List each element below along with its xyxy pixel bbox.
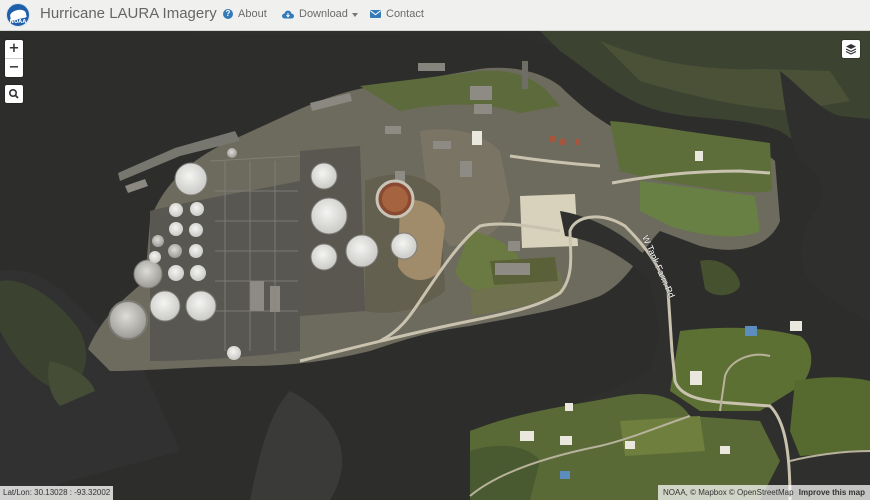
latlon-readout: Lat/Lon: 30.13028 : -93.32002	[0, 486, 114, 500]
nav-download-dropdown[interactable]: Download	[282, 8, 358, 20]
search-icon	[9, 89, 19, 99]
zoom-out-button[interactable]: −	[5, 58, 23, 77]
longitude-value: -93.32002	[74, 488, 111, 497]
map-search-button[interactable]	[5, 85, 23, 103]
latitude-value: 30.13028	[34, 488, 68, 497]
question-circle-icon: ?	[223, 9, 233, 19]
nav-download-label: Download	[299, 8, 348, 20]
layers-button[interactable]	[842, 40, 860, 58]
app-title[interactable]: Hurricane LAURA Imagery	[40, 5, 217, 22]
satellite-map[interactable]: W Tank Farm Rd	[0, 31, 870, 500]
top-navbar: NOAA Hurricane LAURA Imagery ? About Dow…	[0, 0, 870, 31]
nav-contact-link[interactable]: Contact	[370, 8, 424, 20]
improve-map-link[interactable]: Improve this map	[799, 488, 865, 497]
map-attribution: NOAA, © Mapbox © OpenStreetMap Improve t…	[658, 485, 870, 500]
latlon-label: Lat/Lon:	[3, 488, 32, 497]
envelope-icon	[370, 10, 381, 18]
nav-about-link[interactable]: ? About	[223, 8, 267, 20]
cloud-download-icon	[282, 10, 294, 18]
caret-down-icon	[351, 12, 358, 17]
zoom-in-button[interactable]: +	[5, 40, 23, 58]
nav-contact-label: Contact	[386, 8, 424, 20]
layers-icon	[845, 44, 857, 55]
aerial-imagery: W Tank Farm Rd	[0, 31, 870, 500]
zoom-control: + −	[5, 40, 23, 77]
nav-about-label: About	[238, 8, 267, 20]
noaa-logo[interactable]: NOAA	[6, 3, 30, 27]
attribution-text[interactable]: NOAA, © Mapbox © OpenStreetMap	[663, 488, 794, 497]
